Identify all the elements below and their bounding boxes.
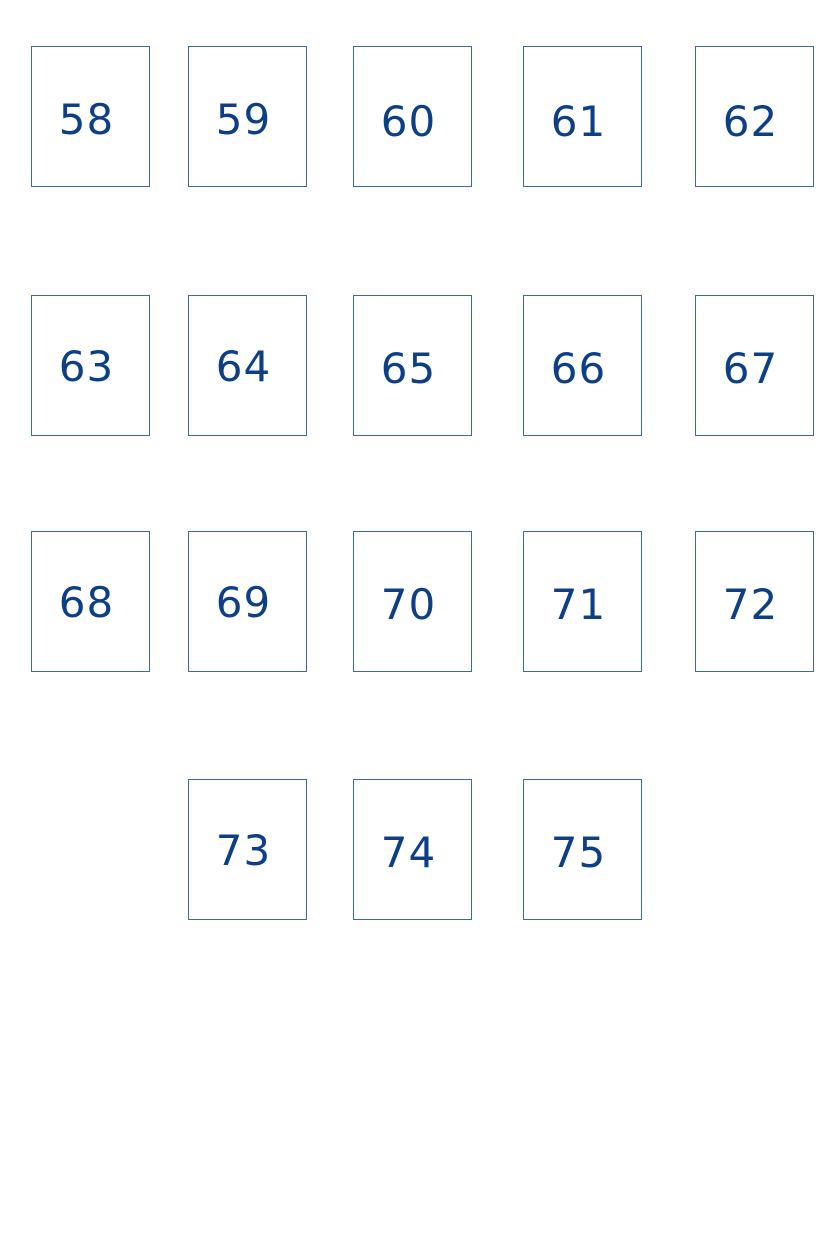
number-tile[interactable]: 62 xyxy=(695,46,814,187)
number-tile[interactable]: 67 xyxy=(695,295,814,436)
tile-number: 66 xyxy=(550,344,607,393)
number-tile[interactable]: 63 xyxy=(31,295,150,436)
number-tile[interactable]: 66 xyxy=(523,295,642,436)
number-tile[interactable]: 58 xyxy=(31,46,150,187)
number-tile[interactable]: 68 xyxy=(31,531,150,672)
tile-number: 62 xyxy=(722,97,779,146)
tile-number: 72 xyxy=(722,580,779,629)
tile-number: 70 xyxy=(380,580,437,629)
tile-number: 63 xyxy=(58,342,115,391)
number-tile[interactable]: 65 xyxy=(353,295,472,436)
tile-number: 69 xyxy=(215,578,272,627)
page: { "colors": { "tile_border": "#3a68a8", … xyxy=(0,0,840,1247)
number-tile[interactable]: 70 xyxy=(353,531,472,672)
number-tile[interactable]: 64 xyxy=(188,295,307,436)
tile-number: 59 xyxy=(215,95,272,144)
tile-number: 58 xyxy=(58,95,115,144)
number-tile[interactable]: 60 xyxy=(353,46,472,187)
number-tile[interactable]: 74 xyxy=(353,779,472,920)
tile-number: 67 xyxy=(722,344,779,393)
tile-number: 74 xyxy=(380,828,437,877)
number-tile[interactable]: 75 xyxy=(523,779,642,920)
tile-number: 75 xyxy=(550,828,607,877)
number-tile[interactable]: 59 xyxy=(188,46,307,187)
tile-number: 65 xyxy=(380,344,437,393)
tile-number: 68 xyxy=(58,578,115,627)
tile-number: 73 xyxy=(215,826,272,875)
number-tile[interactable]: 69 xyxy=(188,531,307,672)
number-tile[interactable]: 61 xyxy=(523,46,642,187)
number-tile[interactable]: 72 xyxy=(695,531,814,672)
tile-number: 64 xyxy=(215,342,272,391)
tile-number: 61 xyxy=(550,97,607,146)
number-tile[interactable]: 71 xyxy=(523,531,642,672)
tile-number: 60 xyxy=(380,97,437,146)
tile-number: 71 xyxy=(550,580,607,629)
number-tile[interactable]: 73 xyxy=(188,779,307,920)
